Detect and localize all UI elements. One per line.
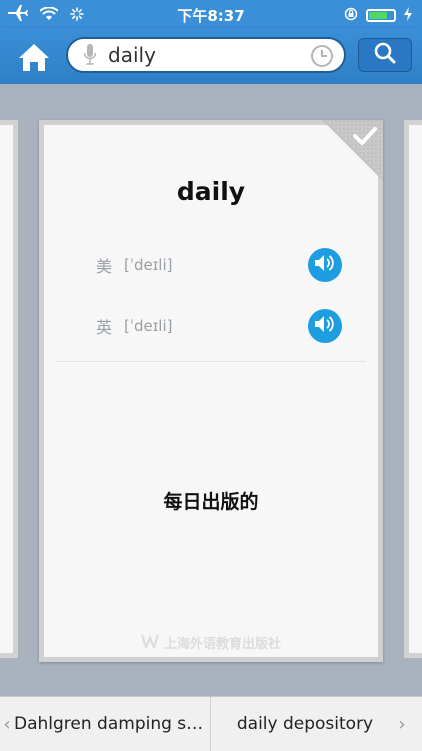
us-pronunciation-row: 美 [ˈdeɪli]: [96, 247, 342, 283]
publisher-name: 上海外语教育出版社: [163, 637, 281, 652]
previous-card-edge[interactable]: [0, 120, 18, 658]
uk-label: 英: [96, 318, 113, 337]
chevron-right-icon: ›: [398, 713, 406, 735]
next-word-button[interactable]: daily depository ›: [211, 697, 422, 751]
speaker-icon: [314, 315, 336, 337]
definition-text: 每日出版的: [163, 491, 259, 513]
card-divider: [56, 361, 366, 362]
home-icon: [14, 44, 54, 78]
search-input[interactable]: [106, 42, 310, 68]
status-bar: 下午8:37: [0, 0, 422, 28]
previous-word-label: Dahlgren damping sy...: [14, 714, 206, 734]
word-card: daily 美 [ˈdeɪli] 英 [ˈdeɪli] 每日出版的 上海外语教育…: [39, 119, 384, 662]
clock-icon[interactable]: [310, 44, 334, 72]
mark-known-button[interactable]: [322, 119, 384, 181]
speaker-icon: [314, 254, 336, 276]
us-audio-button[interactable]: [308, 248, 342, 282]
publisher-watermark: 上海外语教育出版社: [44, 633, 378, 652]
headword: daily: [176, 177, 246, 206]
check-icon: [353, 126, 377, 150]
us-label: 美: [96, 257, 113, 276]
next-word-label: daily depository: [236, 714, 374, 734]
uk-phonetic: [ˈdeɪli]: [124, 317, 173, 335]
search-button[interactable]: [358, 38, 412, 72]
home-button[interactable]: [14, 40, 54, 74]
publisher-logo-icon: [140, 634, 160, 652]
status-right: [344, 6, 412, 25]
chevron-left-icon: ‹: [3, 713, 11, 735]
uk-audio-button[interactable]: [308, 309, 342, 343]
us-phonetic: [ˈdeɪli]: [124, 256, 173, 274]
charging-icon: [404, 6, 412, 25]
next-card-edge[interactable]: [404, 120, 422, 658]
mic-icon[interactable]: [78, 43, 102, 67]
battery-icon: [366, 9, 396, 22]
uk-pronunciation-row: 英 [ˈdeɪli]: [96, 308, 342, 344]
bottom-nav-bar: ‹ Dahlgren damping sy... daily depositor…: [0, 696, 422, 751]
lock-rotation-icon: [344, 6, 358, 25]
header-bar: [0, 28, 422, 84]
search-icon: [373, 41, 397, 69]
search-box: [66, 37, 346, 73]
card-carousel[interactable]: daily 美 [ˈdeɪli] 英 [ˈdeɪli] 每日出版的 上海外语教育…: [0, 84, 422, 696]
previous-word-button[interactable]: ‹ Dahlgren damping sy...: [0, 697, 210, 751]
